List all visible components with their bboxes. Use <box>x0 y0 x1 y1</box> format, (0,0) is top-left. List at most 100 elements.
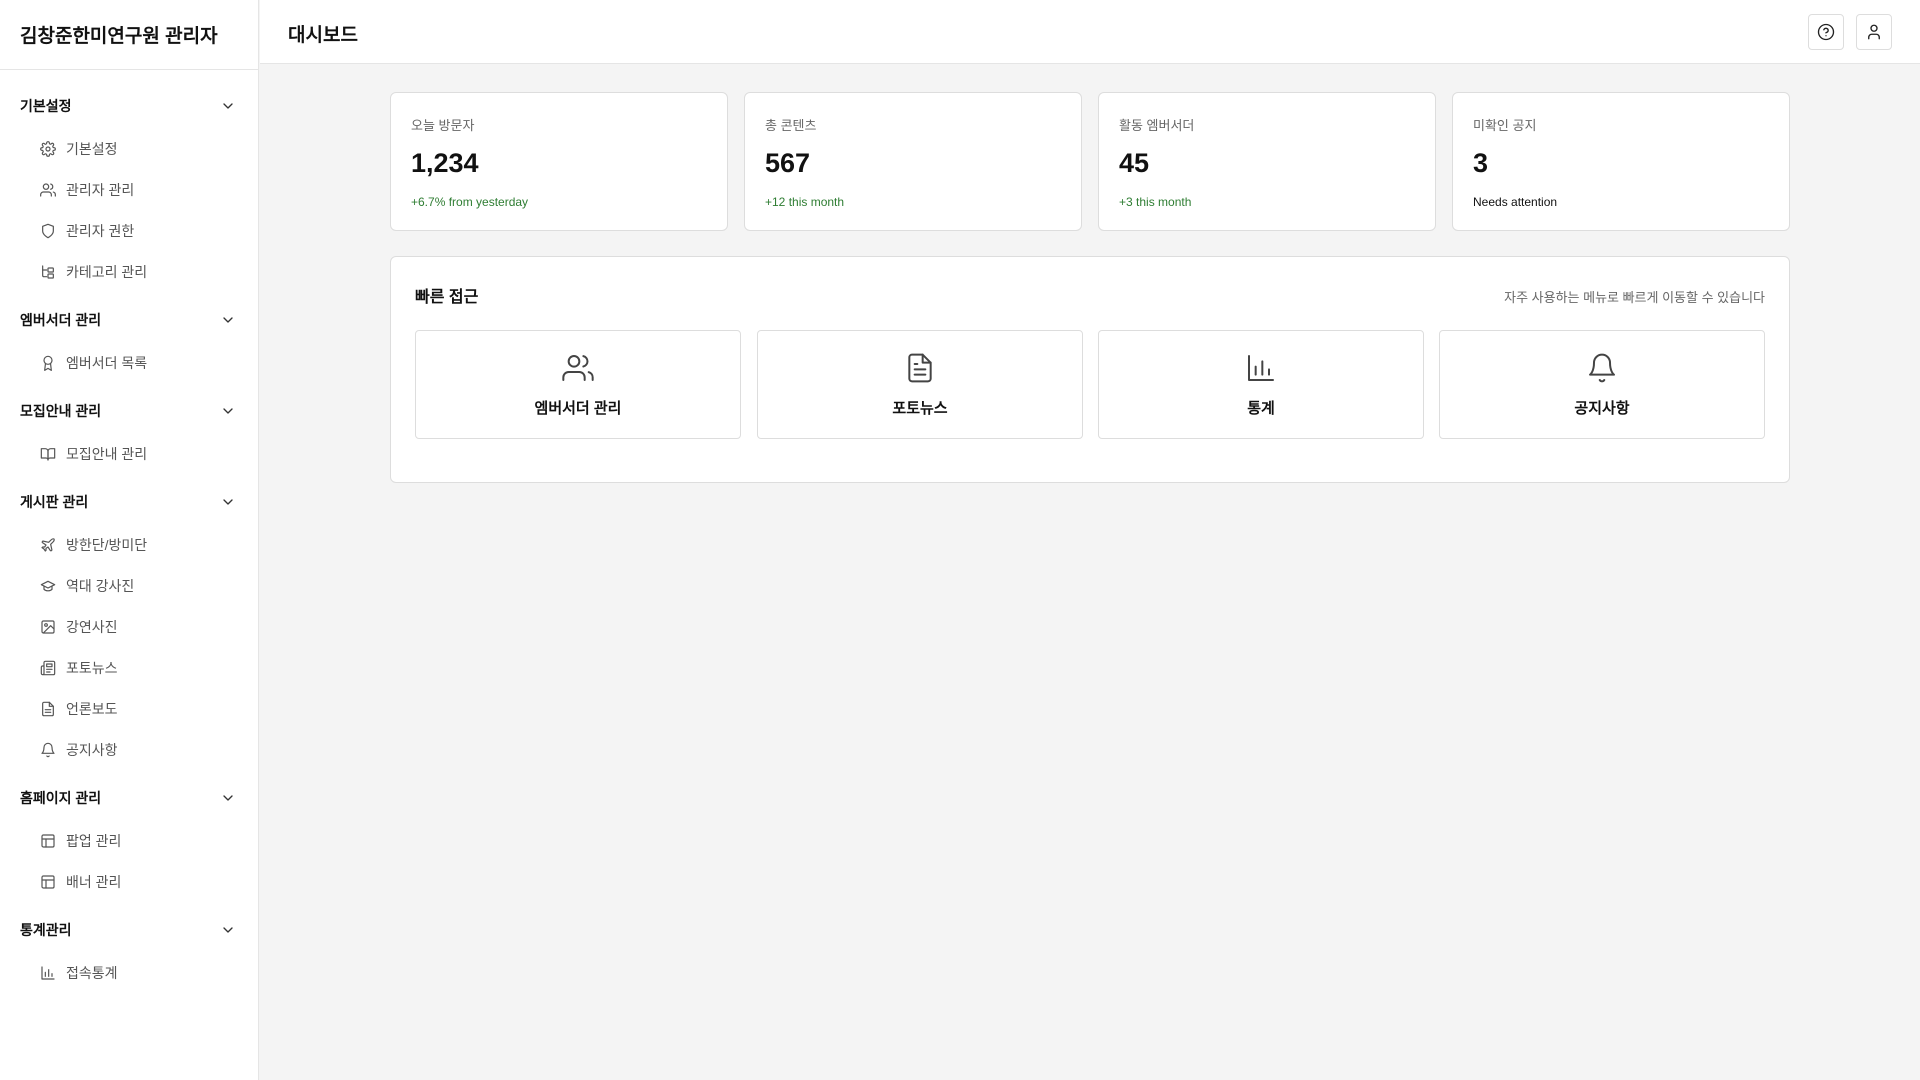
nav-group-label: 홈페이지 관리 <box>20 790 102 806</box>
nav-group-label: 모집안내 관리 <box>20 403 102 419</box>
image-icon <box>40 619 56 635</box>
award-icon <box>40 355 56 371</box>
stat-value: 45 <box>1119 148 1150 178</box>
user-button[interactable] <box>1856 14 1892 50</box>
stat-value: 3 <box>1473 148 1489 178</box>
stat-value: 1,234 <box>411 148 479 178</box>
stat-note: +6.7% from yesterday <box>411 195 529 209</box>
bar-chart-icon <box>1245 352 1277 389</box>
bell-icon <box>1586 352 1618 389</box>
sidebar-item-access-stats[interactable]: 접속통계 <box>0 952 258 993</box>
nav-group-header-homepage[interactable]: 홈페이지 관리 <box>0 776 258 820</box>
layout-icon <box>40 874 56 890</box>
sidebar-item-banner-management[interactable]: 배너 관리 <box>0 861 258 902</box>
quick-access-description: 자주 사용하는 메뉴로 빠르게 이동할 수 있습니다 <box>1504 290 1765 305</box>
sidebar-item-label: 포토뉴스 <box>66 659 118 676</box>
document-icon <box>40 701 56 717</box>
users-icon <box>40 182 56 198</box>
quick-card-photo-news[interactable]: 포토뉴스 <box>757 330 1083 439</box>
quick-card-label: 엠버서더 관리 <box>534 399 622 417</box>
sidebar-item-label: 언론보도 <box>66 700 118 717</box>
nav-group-statistics: 통계관리 접속통계 <box>0 908 258 993</box>
sidebar-item-basic-settings[interactable]: 기본설정 <box>0 128 258 169</box>
nav-group-label: 기본설정 <box>20 98 72 114</box>
brand-title: 김창준한미연구원 관리자 <box>0 0 258 70</box>
layout-icon <box>40 833 56 849</box>
sidebar-item-recruitment-management[interactable]: 모집안내 관리 <box>0 433 258 474</box>
page-title: 대시보드 <box>288 25 358 46</box>
sidebar-item-photo-news[interactable]: 포토뉴스 <box>0 647 258 688</box>
sidebar-item-lecture-photos[interactable]: 강연사진 <box>0 606 258 647</box>
sidebar-item-label: 방한단/방미단 <box>66 536 148 553</box>
nav-group-header-statistics[interactable]: 통계관리 <box>0 908 258 952</box>
quick-access-title: 빠른 접근 <box>415 289 479 306</box>
sidebar-item-label: 팝업 관리 <box>66 832 122 849</box>
sidebar-item-popup-management[interactable]: 팝업 관리 <box>0 820 258 861</box>
stat-label: 총 콘텐츠 <box>765 118 817 133</box>
nav-group-basic: 기본설정 기본설정 관리자 관리 관리자 권한 카테고리 관리 <box>0 84 258 292</box>
sidebar: 김창준한미연구원 관리자 기본설정 기본설정 관리자 관리 관리자 권한 카테고… <box>0 0 259 1080</box>
quick-card-notices[interactable]: 공지사항 <box>1439 330 1765 439</box>
sidebar-item-admin-permissions[interactable]: 관리자 권한 <box>0 210 258 251</box>
stat-note: +3 this month <box>1119 195 1192 209</box>
chevron-down-icon <box>223 317 233 323</box>
bar-chart-icon <box>40 965 56 981</box>
help-button[interactable] <box>1808 14 1844 50</box>
sidebar-item-admin-management[interactable]: 관리자 관리 <box>0 169 258 210</box>
chevron-down-icon <box>223 408 233 414</box>
book-icon <box>40 446 56 462</box>
sidebar-item-label: 접속통계 <box>66 964 118 981</box>
sidebar-item-notices[interactable]: 공지사항 <box>0 729 258 770</box>
quick-card-statistics[interactable]: 통계 <box>1098 330 1424 439</box>
nav-group-label: 게시판 관리 <box>20 494 89 510</box>
top-header: 대시보드 <box>260 0 1920 64</box>
sidebar-item-past-lecturers[interactable]: 역대 강사진 <box>0 565 258 606</box>
sidebar-item-press[interactable]: 언론보도 <box>0 688 258 729</box>
stat-note: Needs attention <box>1473 195 1558 209</box>
chevron-down-icon <box>223 795 233 801</box>
sidebar-item-label: 엠버서더 목록 <box>66 354 148 371</box>
nav-group-board: 게시판 관리 방한단/방미단 역대 강사진 강연사진 포토뉴스 언론보도 공지사… <box>0 480 258 770</box>
stat-note: +12 this month <box>765 195 845 209</box>
sidebar-item-label: 모집안내 관리 <box>66 445 148 462</box>
sidebar-item-delegation[interactable]: 방한단/방미단 <box>0 524 258 565</box>
stat-card-ambassadors: 활동 엠버서더 45 +3 this month <box>1098 92 1436 231</box>
sidebar-item-label: 강연사진 <box>66 618 118 635</box>
quick-card-ambassador[interactable]: 엠버서더 관리 <box>415 330 741 439</box>
plane-icon <box>40 537 56 553</box>
sidebar-item-label: 역대 강사진 <box>66 577 135 594</box>
user-icon <box>1868 24 1880 40</box>
sidebar-item-label: 기본설정 <box>66 140 118 157</box>
chevron-down-icon <box>223 103 233 109</box>
quick-card-label: 통계 <box>1247 399 1275 417</box>
stat-card-unread-notices: 미확인 공지 3 Needs attention <box>1452 92 1790 231</box>
nav-group-homepage: 홈페이지 관리 팝업 관리 배너 관리 <box>0 776 258 902</box>
newspaper-icon <box>40 660 56 676</box>
quick-access-panel: 빠른 접근 자주 사용하는 메뉴로 빠르게 이동할 수 있습니다 엠버서더 관리… <box>390 256 1790 483</box>
stat-label: 미확인 공지 <box>1473 118 1537 133</box>
document-icon <box>904 352 936 389</box>
sidebar-item-label: 공지사항 <box>66 741 118 758</box>
nav-group-header-basic[interactable]: 기본설정 <box>0 84 258 128</box>
sidebar-item-label: 배너 관리 <box>66 873 122 890</box>
shield-icon <box>40 223 56 239</box>
stat-card-content: 총 콘텐츠 567 +12 this month <box>744 92 1082 231</box>
sidebar-item-label: 카테고리 관리 <box>66 263 148 280</box>
chevron-down-icon <box>223 499 233 505</box>
nav-group-ambassador: 엠버서더 관리 엠버서더 목록 <box>0 298 258 383</box>
nav-group-header-board[interactable]: 게시판 관리 <box>0 480 258 524</box>
sidebar-item-ambassador-list[interactable]: 엠버서더 목록 <box>0 342 258 383</box>
sidebar-item-label: 관리자 관리 <box>66 181 135 198</box>
users-icon <box>562 352 594 389</box>
sidebar-item-label: 관리자 권한 <box>66 222 135 239</box>
nav-group-header-recruitment[interactable]: 모집안내 관리 <box>0 389 258 433</box>
quick-card-label: 공지사항 <box>1574 399 1630 417</box>
sidebar-nav: 기본설정 기본설정 관리자 관리 관리자 권한 카테고리 관리 엠버서더 관리 … <box>0 70 258 993</box>
chevron-down-icon <box>223 927 233 933</box>
graduation-cap-icon <box>40 578 56 594</box>
sidebar-item-category-management[interactable]: 카테고리 관리 <box>0 251 258 292</box>
help-icon <box>1817 23 1835 41</box>
quick-card-label: 포토뉴스 <box>892 399 948 417</box>
stat-card-visitors: 오늘 방문자 1,234 +6.7% from yesterday <box>390 92 728 231</box>
nav-group-header-ambassador[interactable]: 엠버서더 관리 <box>0 298 258 342</box>
